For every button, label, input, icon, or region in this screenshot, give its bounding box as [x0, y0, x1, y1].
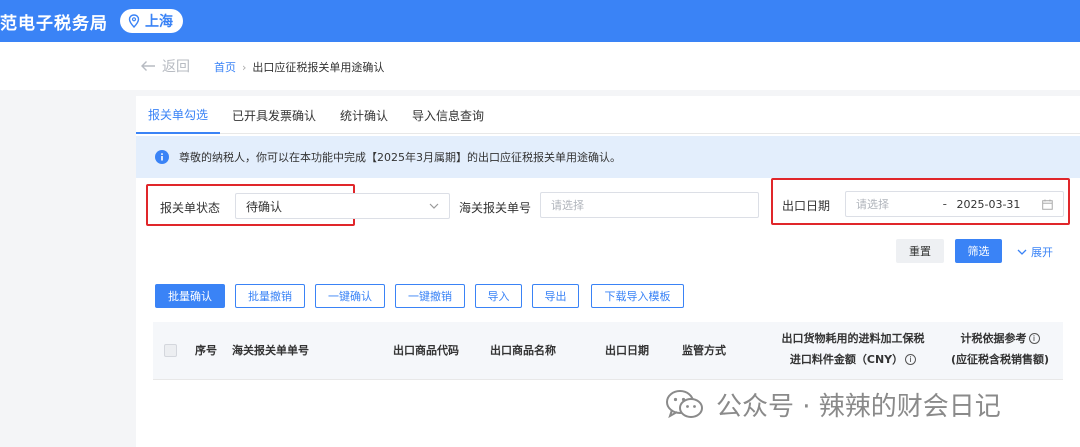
customs-no-input[interactable]: 请选择: [540, 192, 759, 218]
export-date-start[interactable]: 请选择: [856, 196, 943, 212]
info-icon[interactable]: i: [905, 354, 917, 365]
chevron-down-icon: [429, 203, 439, 209]
column-product-name: 出口商品名称: [490, 344, 556, 357]
expand-toggle[interactable]: 展开: [1017, 244, 1053, 260]
breadcrumb-home-link[interactable]: 首页: [214, 59, 236, 75]
export-date-label: 出口日期: [782, 199, 831, 213]
status-label: 报关单状态: [160, 201, 221, 215]
region-selector[interactable]: 上海: [120, 9, 183, 33]
batch-confirm-button[interactable]: 批量确认: [155, 284, 225, 308]
app-title: 范电子税务局: [0, 13, 108, 34]
watermark: 公众号 · 辣辣的财会日记: [666, 386, 1001, 423]
tab-invoiced-confirm[interactable]: 已开具发票确认: [220, 96, 328, 134]
info-icon: [155, 150, 169, 164]
column-seq: 序号: [195, 344, 217, 357]
column-export-date: 出口日期: [605, 344, 649, 357]
breadcrumb-current: 出口应征税报关单用途确认: [252, 61, 385, 74]
tab-bar: 报关单勾选 已开具发票确认 统计确认 导入信息查询: [136, 96, 1080, 134]
tab-declaration-select[interactable]: 报关单勾选: [136, 96, 221, 134]
status-select[interactable]: 待确认: [235, 193, 450, 219]
chevron-down-icon: [1017, 249, 1027, 255]
column-material-amount: 出口货物耗用的进料加工保税 进口料件金额（CNY） i: [775, 330, 931, 368]
column-tax-basis-line2: (应征税含税销售额): [950, 353, 1050, 366]
notice-text: 尊敬的纳税人，你可以在本功能中完成【2025年3月属期】的出口应征税报关单用途确…: [179, 151, 621, 164]
expand-label: 展开: [1031, 246, 1053, 259]
column-product-code: 出口商品代码: [393, 344, 459, 357]
select-all-checkbox[interactable]: [164, 344, 177, 357]
import-button[interactable]: 导入: [475, 284, 522, 308]
left-pane: [0, 90, 135, 447]
region-label: 上海: [145, 14, 173, 30]
breadcrumb: 首页 › 出口应征税报关单用途确认: [214, 59, 384, 75]
one-click-revoke-button[interactable]: 一键撤销: [395, 284, 465, 308]
tab-statistics-confirm[interactable]: 统计确认: [328, 96, 400, 134]
column-material-amount-line1: 出口货物耗用的进料加工保税: [781, 332, 925, 345]
back-button[interactable]: 返回: [140, 56, 190, 76]
column-tax-basis: 计税依据参考 i (应征税含税销售额): [942, 330, 1058, 368]
column-tax-basis-line1: 计税依据参考: [960, 332, 1027, 345]
tab-import-query[interactable]: 导入信息查询: [400, 96, 496, 134]
filter-button[interactable]: 筛选: [955, 239, 1002, 263]
notice-banner: 尊敬的纳税人，你可以在本功能中完成【2025年3月属期】的出口应征税报关单用途确…: [136, 136, 1080, 178]
column-customs-no: 海关报关单单号: [232, 344, 309, 357]
wechat-icon: [666, 389, 703, 418]
one-click-confirm-button[interactable]: 一键确认: [315, 284, 385, 308]
breadcrumb-separator-icon: ›: [242, 60, 247, 74]
top-bar: 范电子税务局 上海: [0, 0, 1080, 42]
batch-revoke-button[interactable]: 批量撤销: [235, 284, 305, 308]
arrow-left-icon: [141, 61, 155, 71]
info-icon[interactable]: i: [1028, 333, 1040, 344]
watermark-text: 公众号 · 辣辣的财会日记: [716, 392, 1001, 422]
customs-no-placeholder: 请选择: [551, 199, 584, 212]
column-supervision: 监管方式: [682, 344, 726, 357]
export-button[interactable]: 导出: [532, 284, 579, 308]
export-date-end[interactable]: 2025-03-31: [956, 198, 1042, 211]
status-value: 待确认: [246, 199, 283, 214]
customs-no-label: 海关报关单号: [459, 201, 532, 215]
nav-bar: 返回 首页 › 出口应征税报关单用途确认: [0, 42, 1080, 90]
table-header: 序号 海关报关单单号 出口商品代码 出口商品名称 出口日期 监管方式 出口货物耗…: [153, 322, 1063, 380]
reset-button[interactable]: 重置: [896, 239, 944, 263]
column-material-amount-line2-wrap: 进口料件金额（CNY） i: [775, 351, 931, 368]
export-date-range[interactable]: 请选择 - 2025-03-31: [845, 191, 1064, 217]
location-pin-icon: [128, 14, 140, 28]
column-tax-basis-line1-wrap: 计税依据参考 i: [942, 330, 1058, 347]
column-material-amount-line2: 进口料件金额（CNY）: [789, 353, 904, 366]
calendar-icon: [1042, 199, 1053, 210]
download-template-button[interactable]: 下载导入模板: [591, 284, 684, 308]
date-separator: -: [942, 197, 947, 211]
back-label: 返回: [162, 59, 190, 75]
